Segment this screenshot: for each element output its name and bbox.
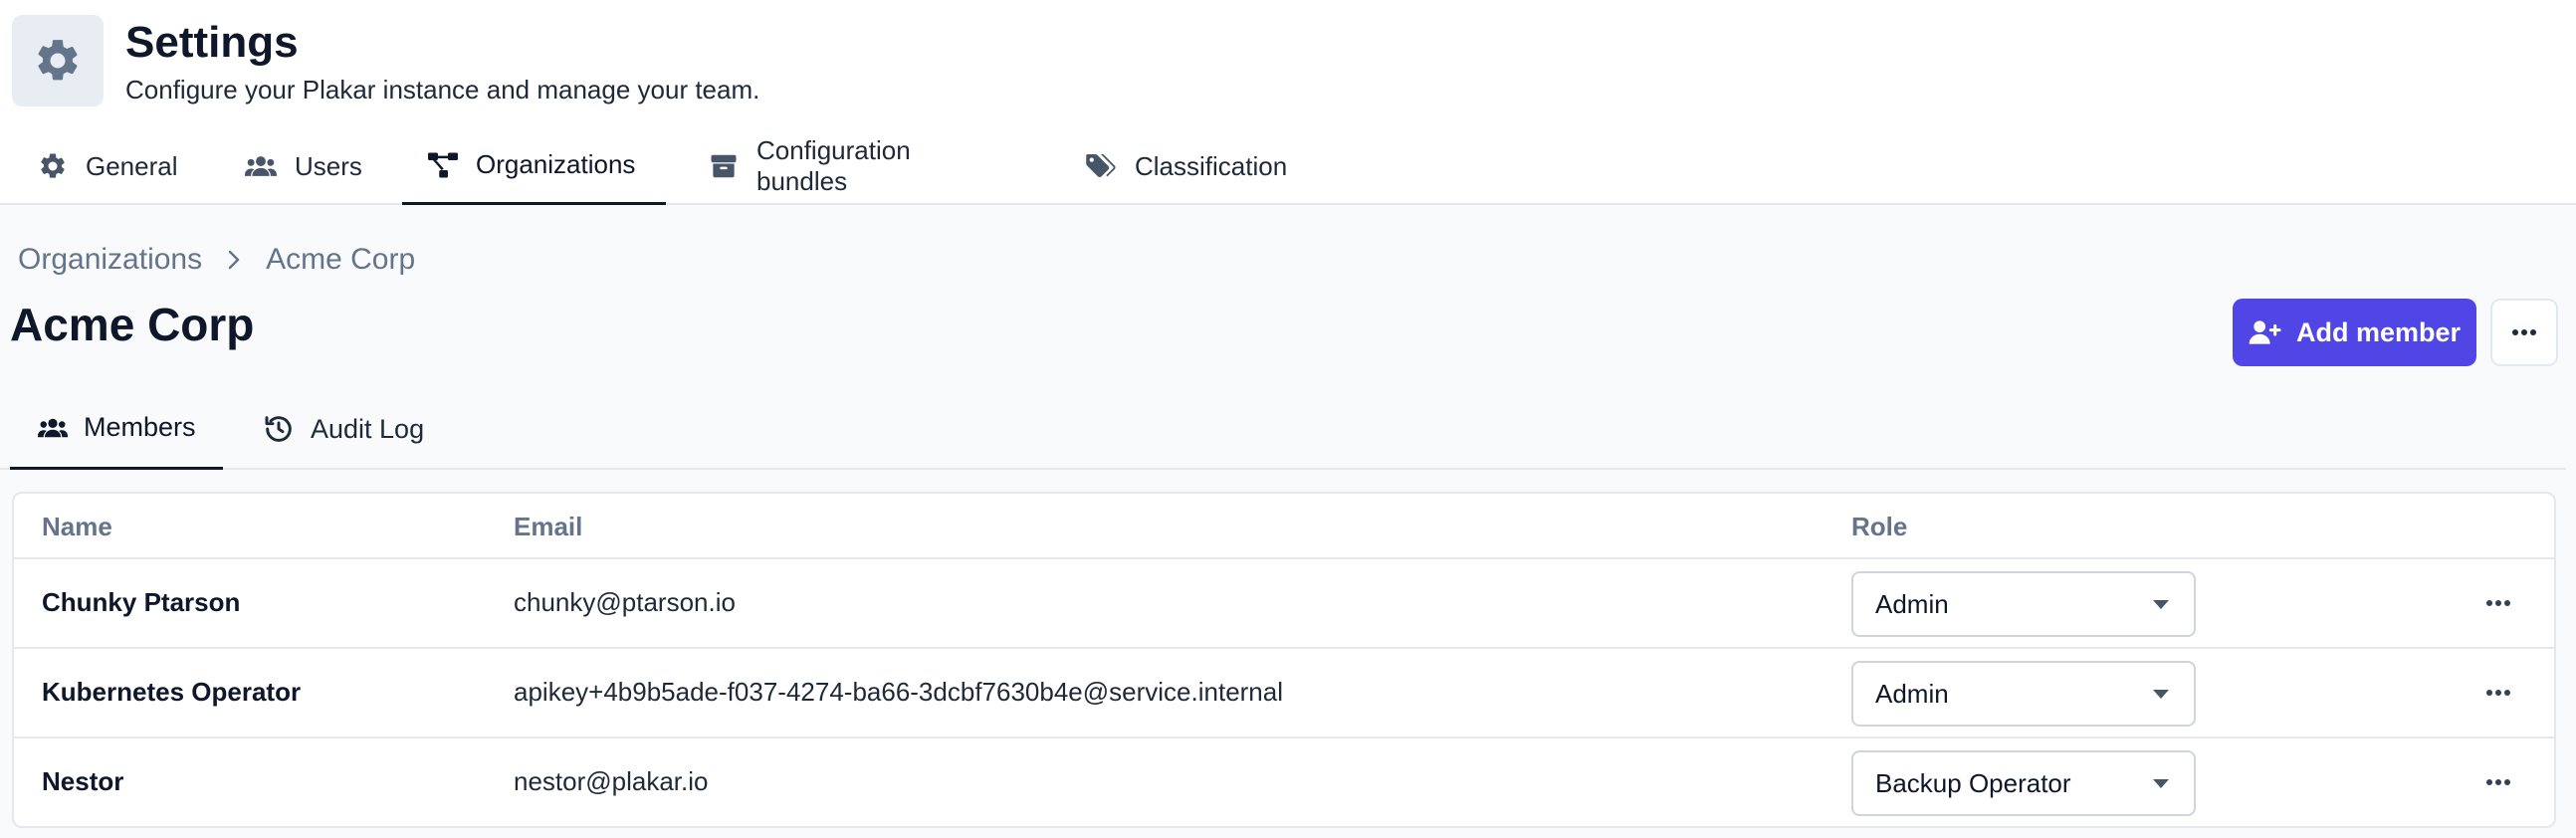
tab-label: Audit Log	[311, 413, 425, 444]
add-member-button[interactable]: Add member	[2233, 299, 2476, 366]
member-email: chunky@ptarson.io	[514, 587, 736, 617]
tab-label: Configuration bundles	[756, 135, 911, 196]
table-header: Name Email Role	[14, 494, 2554, 559]
page-subtitle: Configure your Plakar instance and manag…	[125, 75, 760, 105]
user-plus-icon	[2249, 320, 2281, 344]
organization-detail: Organizations Acme Corp Acme Corp Add me…	[0, 205, 2576, 838]
column-header-role: Role	[1851, 512, 1908, 541]
ellipsis-icon	[2486, 779, 2510, 785]
member-name: Kubernetes Operator	[42, 677, 302, 707]
row-actions-button[interactable]	[2476, 583, 2520, 623]
chevron-right-icon	[228, 250, 240, 270]
ellipsis-icon	[2512, 329, 2536, 335]
tab-audit-log[interactable]: Audit Log	[263, 388, 424, 470]
tab-label: Users	[295, 150, 362, 181]
member-email: apikey+4b9b5ade-f037-4274-ba66-3dcbf7630…	[514, 677, 1284, 707]
breadcrumb: Organizations Acme Corp	[18, 243, 415, 277]
tab-members[interactable]: Members	[10, 388, 223, 470]
tab-classification[interactable]: Classification	[1085, 127, 1287, 205]
table-row: Chunky Ptarson chunky@ptarson.io Admin	[14, 559, 2554, 649]
breadcrumb-current: Acme Corp	[266, 243, 416, 276]
organization-tabs: Members Audit Log	[0, 388, 2566, 470]
role-select[interactable]: Backup Operator	[1851, 750, 2196, 816]
tab-configuration-bundles[interactable]: Configuration bundles	[709, 127, 911, 205]
settings-header: Settings Configure your Plakar instance …	[0, 0, 2576, 205]
row-actions-button[interactable]	[2476, 762, 2520, 802]
box-icon	[711, 154, 737, 178]
breadcrumb-organizations-link[interactable]: Organizations	[18, 243, 202, 277]
role-select-value: Admin	[1875, 588, 1949, 619]
history-icon	[265, 416, 292, 442]
organization-more-button[interactable]	[2490, 299, 2558, 366]
add-member-label: Add member	[2295, 316, 2462, 347]
diagram-icon	[428, 152, 458, 177]
users-icon	[38, 418, 68, 437]
member-email: nestor@plakar.io	[514, 766, 709, 796]
gear-icon	[38, 40, 78, 81]
role-select-value: Backup Operator	[1875, 767, 2071, 798]
row-actions-button[interactable]	[2476, 673, 2520, 713]
ellipsis-icon	[2486, 600, 2510, 606]
role-select[interactable]: Admin	[1851, 661, 2196, 727]
tab-organizations[interactable]: Organizations	[402, 127, 666, 205]
tab-users[interactable]: Users	[245, 127, 362, 205]
column-header-name: Name	[42, 512, 112, 541]
organization-title: Acme Corp	[10, 299, 255, 350]
members-table: Name Email Role Chunky Ptarson chunky@pt…	[12, 492, 2556, 828]
tab-label: General	[86, 150, 178, 181]
member-name: Nestor	[42, 766, 124, 796]
role-select[interactable]: Admin	[1851, 571, 2196, 637]
page-title: Settings	[125, 18, 299, 67]
column-header-email: Email	[514, 512, 583, 541]
tags-icon	[1086, 154, 1116, 178]
role-select-value: Admin	[1875, 678, 1949, 709]
gear-icon	[41, 153, 65, 178]
tab-general[interactable]: General	[38, 127, 184, 205]
tab-label: Organizations	[476, 149, 636, 179]
users-icon	[245, 156, 277, 176]
member-name: Chunky Ptarson	[42, 587, 241, 617]
table-row: Kubernetes Operator apikey+4b9b5ade-f037…	[14, 649, 2554, 738]
tab-label: Members	[84, 412, 196, 442]
table-row: Nestor nestor@plakar.io Backup Operator	[14, 738, 2554, 826]
caret-down-icon	[2153, 690, 2169, 699]
caret-down-icon	[2153, 600, 2169, 609]
settings-logo-tile	[12, 15, 104, 106]
tab-label: Classification	[1135, 150, 1288, 181]
ellipsis-icon	[2486, 690, 2510, 696]
caret-down-icon	[2153, 779, 2169, 788]
